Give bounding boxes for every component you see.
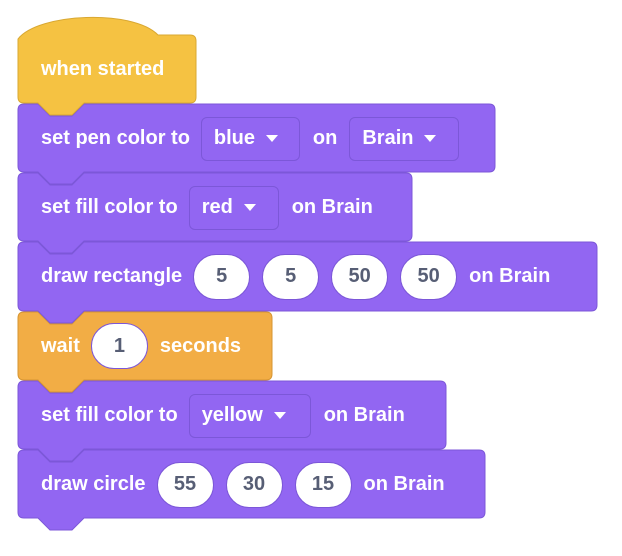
when-started-label: when started xyxy=(41,58,165,80)
dropdown-value: blue xyxy=(213,127,256,149)
pen-color-dropdown[interactable]: blue xyxy=(200,116,300,161)
dropdown-value: Brain xyxy=(362,127,414,149)
circle-radius-input[interactable]: 15 xyxy=(294,461,352,508)
chevron-down-icon xyxy=(243,204,256,211)
block-label: draw rectangle xyxy=(41,265,183,287)
set-fill-color-red-block[interactable]: set fill color to red on Brain xyxy=(18,173,384,242)
seconds-label: seconds xyxy=(159,334,242,357)
chevron-down-icon xyxy=(424,135,437,142)
draw-rectangle-block[interactable]: draw rectangle 5 5 50 50 on Brain xyxy=(18,242,561,311)
block-label: set fill color to xyxy=(41,196,178,218)
on-label: on xyxy=(312,127,338,149)
block-label: set fill color to xyxy=(41,404,178,426)
block-label: draw circle xyxy=(41,473,146,495)
rect-y-input[interactable]: 5 xyxy=(262,253,320,300)
on-target-label: on Brain xyxy=(323,404,405,426)
code-stack[interactable]: when started set pen color to blue on Br… xyxy=(0,0,622,556)
dropdown-value: red xyxy=(201,196,233,218)
on-target-label: on Brain xyxy=(291,196,373,218)
on-target-label: on Brain xyxy=(363,473,445,495)
target-dropdown[interactable]: Brain xyxy=(349,116,460,161)
circle-x-input[interactable]: 55 xyxy=(156,461,214,508)
set-pen-color-block[interactable]: set pen color to blue on Brain xyxy=(18,104,472,173)
rect-height-input[interactable]: 50 xyxy=(400,253,458,300)
on-target-label: on Brain xyxy=(469,265,551,287)
fill-color-dropdown[interactable]: yellow xyxy=(188,393,311,438)
chevron-down-icon xyxy=(266,135,279,142)
block-label: set pen color to xyxy=(41,127,190,149)
wait-block[interactable]: wait 1 seconds xyxy=(18,312,252,380)
rect-width-input[interactable]: 50 xyxy=(331,253,389,300)
set-fill-color-yellow-block[interactable]: set fill color to yellow on Brain xyxy=(18,381,416,450)
chevron-down-icon xyxy=(273,412,286,419)
rect-x-input[interactable]: 5 xyxy=(193,253,251,300)
when-started-block[interactable]: when started xyxy=(18,35,175,104)
dropdown-value: yellow xyxy=(201,404,263,426)
wait-seconds-input[interactable]: 1 xyxy=(90,323,148,369)
fill-color-dropdown[interactable]: red xyxy=(188,185,279,230)
draw-circle-block[interactable]: draw circle 55 30 15 on Brain xyxy=(18,450,456,519)
circle-y-input[interactable]: 30 xyxy=(225,461,283,508)
block-label: wait xyxy=(41,334,80,357)
